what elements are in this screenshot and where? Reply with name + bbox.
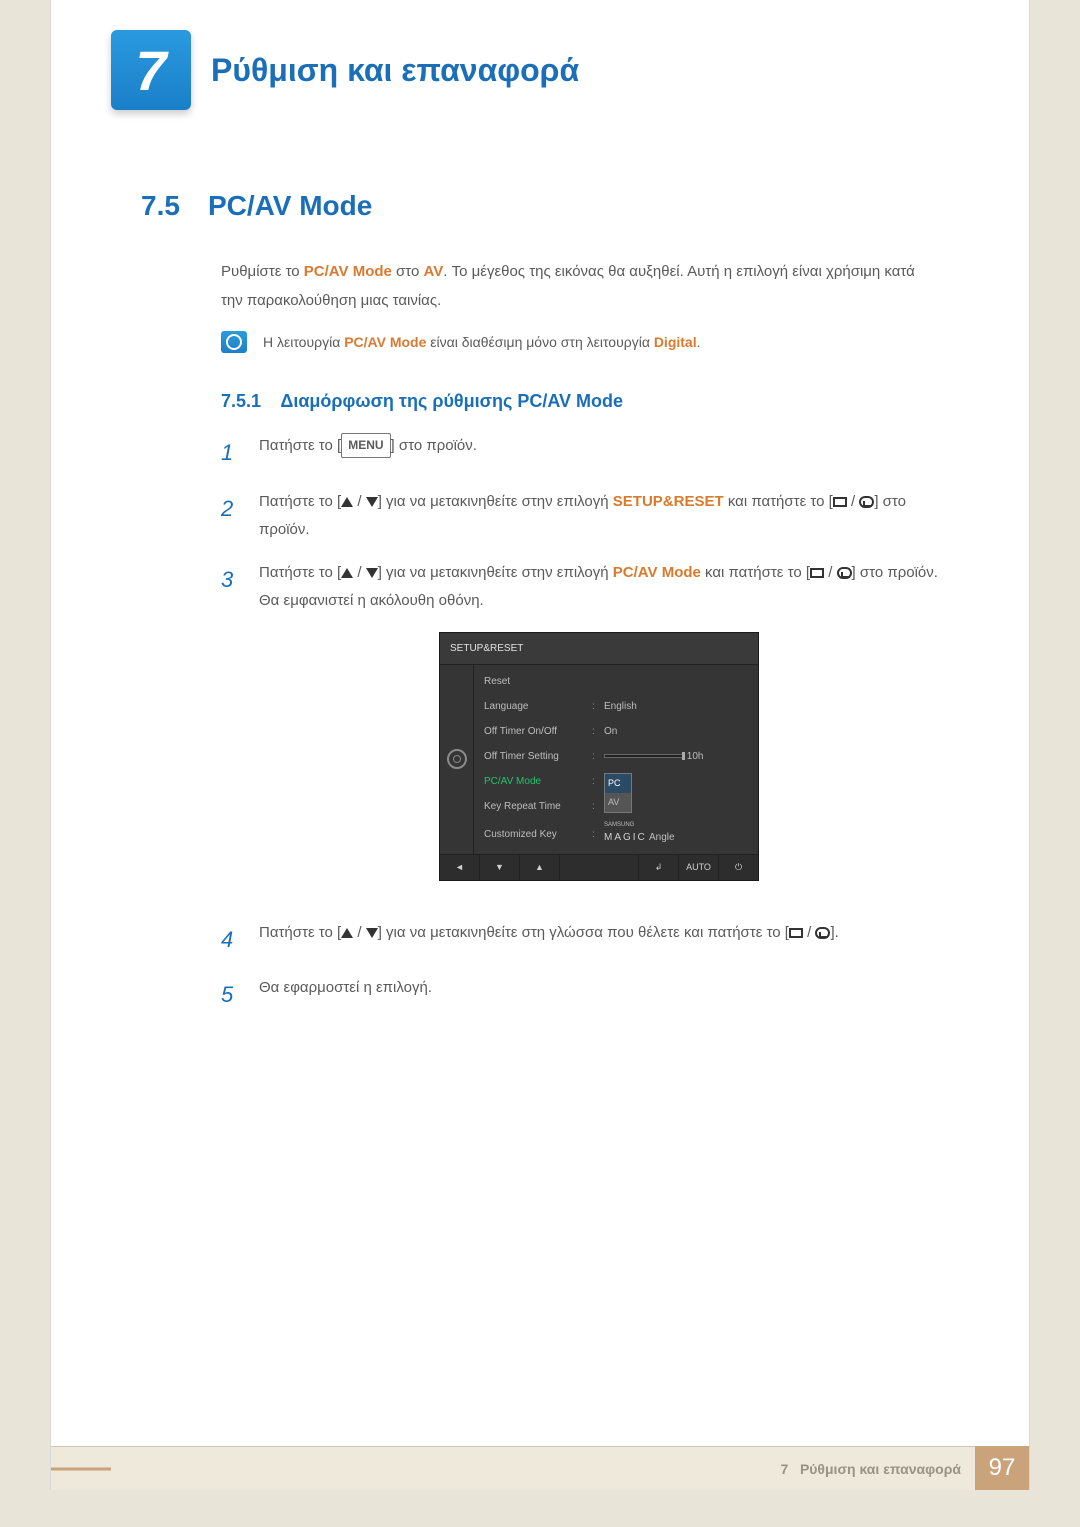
slider-icon: [604, 754, 684, 758]
chapter-header: 7 Ρύθμιση και επαναφορά: [51, 0, 1029, 110]
subsection-number: 7.5.1: [221, 391, 261, 411]
rect-icon: [810, 568, 824, 578]
osd-row-reset: Reset: [474, 669, 758, 694]
osd-footer: ◄ ▼ ▲ ↲ AUTO ⏻: [440, 854, 758, 880]
osd-sidebar: [440, 665, 474, 854]
page-number: 97: [975, 1446, 1029, 1490]
osd-footer-auto: AUTO: [679, 855, 719, 880]
osd-footer-power-icon: ⏻: [719, 855, 758, 880]
step-1: 1 Πατήστε το [MENU] στο προϊόν.: [221, 432, 939, 474]
arrow-up-icon: [341, 497, 353, 507]
step-3: 3 Πατήστε το [ / ] για να μετακινηθείτε …: [221, 559, 939, 905]
subsection-title: Διαμόρφωση της ρύθμισης PC/AV Mode: [280, 391, 623, 411]
menu-button-icon: MENU: [341, 433, 390, 458]
chapter-number: 7: [135, 38, 166, 103]
arrow-down-icon: [366, 568, 378, 578]
note-icon: [221, 331, 247, 353]
osd-row-offtimer-setting: Off Timer Setting : 10h: [474, 744, 758, 769]
osd-row-pcav: PC/AV Mode : PC AV: [474, 769, 758, 794]
step-number: 3: [221, 559, 239, 905]
osd-row-customkey: Customized Key : SAMSUNG MAGIC Angle: [474, 819, 758, 850]
note-text: Η λειτουργία PC/AV Mode είναι διαθέσιμη …: [263, 331, 700, 355]
enter-icon: [859, 496, 874, 508]
step-5: 5 Θα εφαρμοστεί η επιλογή.: [221, 974, 939, 1016]
section-title: PC/AV Mode: [208, 190, 372, 222]
step-number: 5: [221, 974, 239, 1016]
step-2: 2 Πατήστε το [ / ] για να μετακινηθείτε …: [221, 488, 939, 545]
osd-menu: SETUP&RESET Reset: [439, 632, 759, 881]
osd-footer-enter-icon: ↲: [639, 855, 679, 880]
step-list: 1 Πατήστε το [MENU] στο προϊόν. 2 Πατήστ…: [221, 432, 939, 1016]
intro-highlight-2: AV: [424, 263, 444, 280]
section-7-5: 7.5 PC/AV Mode Ρυθμίστε το PC/AV Mode στ…: [51, 110, 1029, 1016]
subsection-heading: 7.5.1 Διαμόρφωση της ρύθμισης PC/AV Mode: [221, 391, 939, 412]
step-number: 1: [221, 432, 239, 474]
rect-icon: [833, 497, 847, 507]
osd-footer-back-icon: ◄: [440, 855, 480, 880]
osd-row-offtimer: Off Timer On/Off : On: [474, 719, 758, 744]
step-number: 2: [221, 488, 239, 545]
step-number: 4: [221, 919, 239, 961]
arrow-down-icon: [366, 928, 378, 938]
footer-chapter-ref: 7 Ρύθμιση και επαναφορά: [51, 1446, 975, 1490]
enter-icon: [815, 927, 830, 939]
note-row: Η λειτουργία PC/AV Mode είναι διαθέσιμη …: [221, 331, 939, 355]
chapter-title: Ρύθμιση και επαναφορά: [211, 52, 579, 89]
gear-icon: [447, 749, 467, 769]
page-footer: 7 Ρύθμιση και επαναφορά 97: [51, 1446, 1029, 1490]
chapter-number-badge: 7: [111, 30, 191, 110]
osd-dropdown: PC AV: [604, 773, 632, 813]
rect-icon: [789, 928, 803, 938]
section-intro: Ρυθμίστε το PC/AV Mode στο AV. Το μέγεθο…: [221, 258, 939, 315]
enter-icon: [837, 567, 852, 579]
section-heading: 7.5 PC/AV Mode: [141, 190, 939, 222]
osd-row-language: Language : English: [474, 694, 758, 719]
arrow-down-icon: [366, 497, 378, 507]
section-number: 7.5: [141, 190, 180, 222]
arrow-up-icon: [341, 928, 353, 938]
arrow-up-icon: [341, 568, 353, 578]
step-4: 4 Πατήστε το [ / ] για να μετακινηθείτε …: [221, 919, 939, 961]
osd-footer-down-icon: ▼: [480, 855, 520, 880]
osd-title: SETUP&RESET: [440, 633, 758, 665]
osd-footer-up-icon: ▲: [520, 855, 560, 880]
intro-highlight-1: PC/AV Mode: [304, 263, 392, 280]
